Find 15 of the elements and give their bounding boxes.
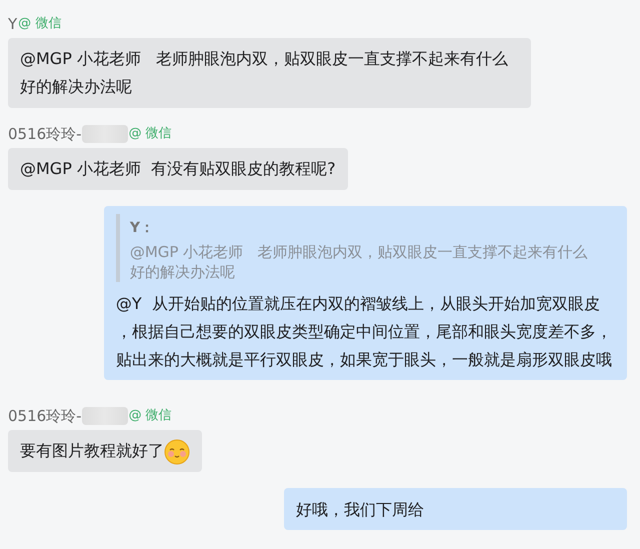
message-bubble: Y： @MGP 小花老师 老师肿眼泡内双，贴双眼皮一直支撑不起来有什么好的解决办法呢 @Y 从开始贴的位置就压在内双的褶皱线上，从眼头开始加宽双眼皮，根据自己想要的双眼皮类型确定中间位置，尾部和眼头宽度差不多，贴出来的大概就是平行双眼皮，如果宽于眼头，一般就是扇形双眼皮哦 <box>104 206 627 380</box>
sender-name: Y <box>8 14 18 34</box>
message-bubble: 要有图片教程就好了 <box>8 430 202 472</box>
message-bubble: 好哦，我们下周给 <box>284 488 627 530</box>
quote-text: @MGP 小花老师 老师肿眼泡内双，贴双眼皮一直支撑不起来有什么好的解决办法呢 <box>130 242 588 282</box>
message-bubble: @MGP 小花老师 有没有贴双眼皮的教程呢? <box>8 148 348 190</box>
source-tag: @ 微信 <box>18 14 62 34</box>
message-bubble: @MGP 小花老师 老师肿眼泡内双，贴双眼皮一直支撑不起来有什么好的解决办法呢 <box>8 38 532 108</box>
redaction-mark <box>82 407 128 425</box>
sender-name: 0516玲玲- <box>8 406 82 426</box>
source-tag: @ 微信 <box>128 124 172 144</box>
source-tag: @ 微信 <box>128 406 172 426</box>
sender-name: 0516玲玲- <box>8 124 82 144</box>
redaction-mark <box>82 125 128 143</box>
quote-sender: Y： <box>130 219 155 238</box>
